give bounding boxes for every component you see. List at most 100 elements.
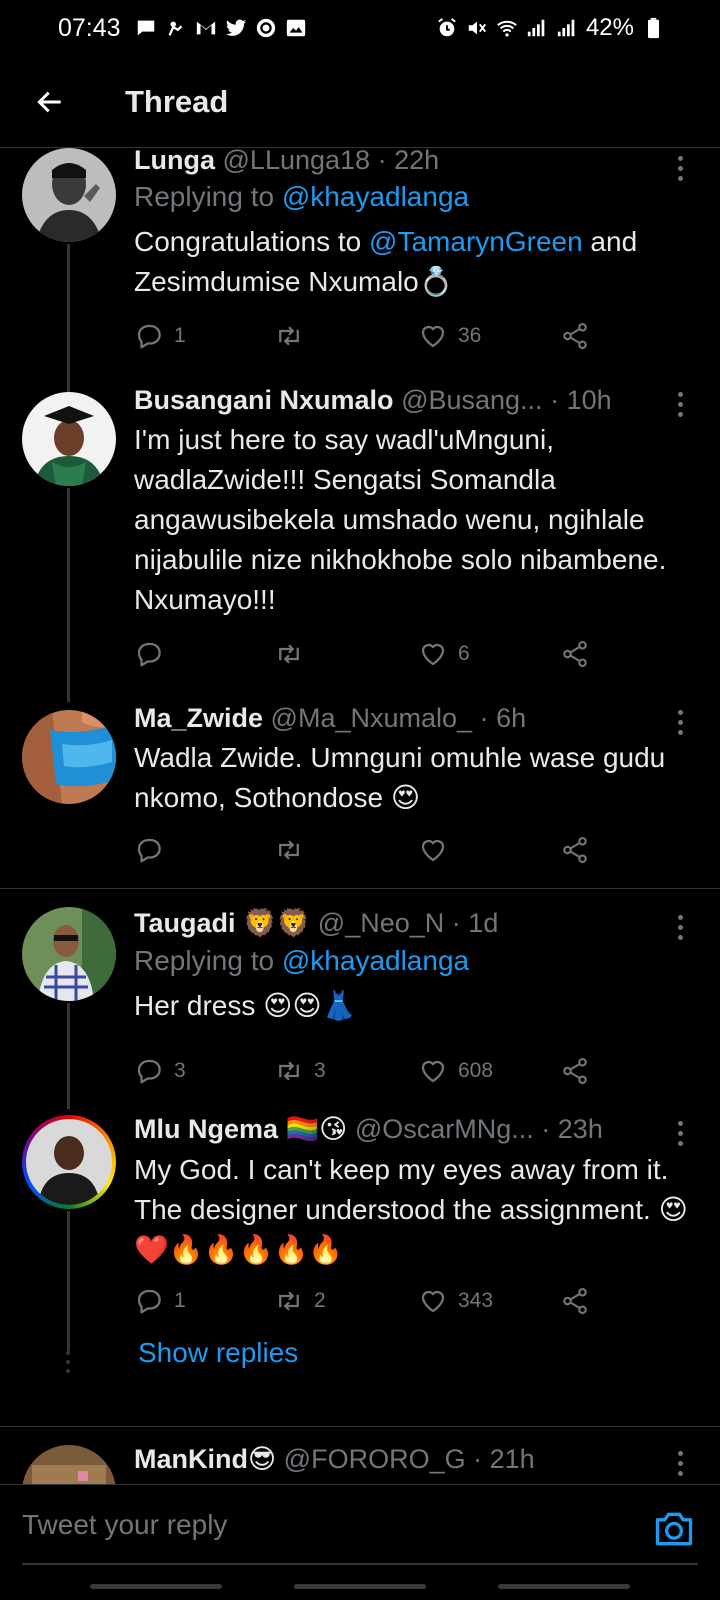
tweet-actions bbox=[134, 830, 614, 870]
more-options-button[interactable] bbox=[670, 909, 690, 945]
thread-line bbox=[67, 1003, 70, 1109]
avatar[interactable] bbox=[22, 148, 116, 242]
display-name[interactable]: Ma_Zwide bbox=[134, 703, 263, 733]
input-underline bbox=[22, 1563, 698, 1565]
avatar[interactable] bbox=[22, 392, 116, 486]
more-options-button[interactable] bbox=[670, 1445, 690, 1481]
tweet-header: Ma_Zwide @Ma_Nxumalo_ · 6h bbox=[134, 703, 527, 733]
mention-link[interactable]: @khayadlanga bbox=[282, 945, 469, 976]
retweet-icon bbox=[279, 1061, 299, 1081]
lion-emoji: 🦁🦁 bbox=[243, 908, 311, 939]
reply-icon bbox=[137, 838, 161, 863]
retweet-button[interactable] bbox=[274, 634, 314, 674]
user-handle: @_Neo_N bbox=[317, 908, 445, 938]
camera-button[interactable] bbox=[652, 1507, 696, 1551]
tweet-content: Mlu Ngema 🏳️‍🌈😘 @OscarMNg... · 23h My Go… bbox=[134, 1111, 696, 1270]
retweet-button[interactable] bbox=[274, 316, 314, 356]
share-button[interactable] bbox=[560, 316, 590, 356]
reply-button[interactable]: 1 bbox=[134, 316, 186, 356]
mention-link[interactable]: @khayadlanga bbox=[282, 181, 469, 212]
tweet[interactable]: ManKind😎 @FORORO_G · 21h bbox=[0, 1427, 720, 1484]
avatar[interactable] bbox=[22, 1445, 116, 1484]
share-button[interactable] bbox=[560, 1281, 590, 1321]
replying-to: Replying to @khayadlanga bbox=[134, 181, 470, 212]
dress-emoji: 😍😍👗 bbox=[263, 989, 357, 1022]
share-button[interactable] bbox=[560, 1051, 590, 1091]
more-options-button[interactable] bbox=[670, 1115, 690, 1151]
more-options-button[interactable] bbox=[670, 150, 690, 186]
tweet-text: I'm just here to say wadl'uMnguni, wadla… bbox=[134, 424, 667, 615]
user-photo-icon bbox=[22, 710, 116, 804]
tweet-text: Congratulations to @TamarynGreen and Zes… bbox=[134, 226, 638, 298]
avatar[interactable] bbox=[22, 907, 116, 1001]
home-button[interactable] bbox=[294, 1584, 426, 1589]
status-bar: 07:43 42% bbox=[0, 0, 720, 56]
display-name[interactable]: Taugadi bbox=[134, 908, 236, 938]
signal-icon bbox=[556, 17, 578, 39]
reply-button[interactable]: 1 bbox=[134, 1281, 186, 1321]
tweet-actions: 6 bbox=[134, 634, 614, 674]
thread-feed[interactable]: Lunga @LLunga18 · 22h Replying to @khaya… bbox=[0, 148, 720, 1484]
like-button[interactable] bbox=[418, 830, 458, 870]
ring-emoji: 💍 bbox=[418, 265, 454, 298]
tweet-actions: 3 3 608 bbox=[134, 1051, 614, 1091]
back-button[interactable] bbox=[22, 74, 78, 130]
more-options-button[interactable] bbox=[670, 704, 690, 740]
tweet-header: Lunga @LLunga18 · 22h bbox=[134, 148, 696, 178]
likes-count: 343 bbox=[458, 1289, 494, 1312]
replies-count: 1 bbox=[174, 324, 186, 347]
retweet-button[interactable]: 3 bbox=[274, 1051, 326, 1091]
avatar[interactable] bbox=[22, 710, 116, 804]
share-button[interactable] bbox=[560, 830, 590, 870]
avatar[interactable] bbox=[22, 1115, 116, 1209]
user-photo-icon bbox=[22, 1445, 116, 1484]
share-button[interactable] bbox=[560, 634, 590, 674]
system-icons: 42% bbox=[436, 14, 664, 42]
reply-button[interactable] bbox=[134, 634, 174, 674]
display-name[interactable]: ManKind bbox=[134, 1444, 248, 1474]
heart-icon bbox=[421, 1290, 445, 1313]
replies-count: 1 bbox=[174, 1289, 186, 1312]
reply-button[interactable]: 3 bbox=[134, 1051, 186, 1091]
reply-icon bbox=[137, 1289, 161, 1314]
recents-button[interactable] bbox=[90, 1584, 222, 1589]
top-app-bar: Thread bbox=[0, 56, 720, 148]
like-button[interactable]: 608 bbox=[418, 1051, 493, 1091]
display-name[interactable]: Busangani Nxumalo bbox=[134, 385, 394, 415]
like-button[interactable]: 6 bbox=[418, 634, 470, 674]
tweet[interactable]: Busangani Nxumalo @Busang... · 10h I'm j… bbox=[0, 380, 720, 702]
tweet-time: 22h bbox=[394, 148, 440, 175]
display-name[interactable]: Mlu Ngema bbox=[134, 1114, 278, 1144]
message-icon bbox=[135, 17, 157, 39]
heart-icon bbox=[421, 839, 445, 862]
back-nav-button[interactable] bbox=[498, 1584, 630, 1589]
tweet-actions: 1 36 bbox=[134, 316, 614, 356]
tweet[interactable]: Taugadi 🦁🦁 @_Neo_N · 1d Replying to @kha… bbox=[0, 889, 720, 1109]
share-icon bbox=[563, 322, 587, 350]
alarm-icon bbox=[436, 17, 458, 39]
tweet[interactable]: Lunga @LLunga18 · 22h Replying to @khaya… bbox=[0, 148, 720, 392]
mention-link[interactable]: @TamarynGreen bbox=[369, 226, 583, 257]
retweet-button[interactable]: 2 bbox=[274, 1281, 326, 1321]
tweet-time: 10h bbox=[566, 385, 612, 415]
likes-count: 6 bbox=[458, 642, 470, 665]
user-photo-icon bbox=[22, 148, 116, 242]
tweet[interactable]: Mlu Ngema 🏳️‍🌈😘 @OscarMNg... · 23h My Go… bbox=[0, 1103, 720, 1401]
tweet-time: 23h bbox=[557, 1114, 603, 1144]
tweet[interactable]: Ma_Zwide @Ma_Nxumalo_ · 6h Wadla Zwide. … bbox=[0, 690, 720, 888]
user-photo-icon bbox=[26, 1119, 112, 1205]
retweet-button[interactable] bbox=[274, 830, 314, 870]
reply-icon bbox=[137, 1059, 161, 1084]
share-icon bbox=[563, 1057, 587, 1085]
like-button[interactable]: 36 bbox=[418, 316, 481, 356]
notification-icon bbox=[165, 17, 187, 39]
reply-input[interactable] bbox=[22, 1509, 582, 1541]
tweet-content: Lunga @LLunga18 · 22h Replying to @khaya… bbox=[134, 148, 696, 302]
page-title: Thread bbox=[125, 83, 229, 119]
battery-icon bbox=[642, 17, 664, 39]
more-options-button[interactable] bbox=[670, 386, 690, 422]
like-button[interactable]: 343 bbox=[418, 1281, 493, 1321]
display-name[interactable]: Lunga bbox=[134, 148, 215, 175]
show-replies-link[interactable]: Show replies bbox=[138, 1337, 298, 1369]
reply-button[interactable] bbox=[134, 830, 174, 870]
